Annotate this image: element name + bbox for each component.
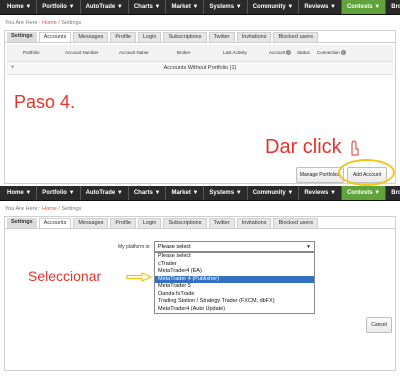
nav-item-portfolio[interactable]: Portfolio ▼ bbox=[37, 0, 81, 14]
nav-item-reviews[interactable]: Reviews ▼ bbox=[299, 186, 342, 200]
column-account[interactable]: Account? bbox=[269, 50, 292, 56]
platform-label: My platform is: bbox=[118, 244, 151, 250]
hand-pointer-icon bbox=[351, 140, 359, 156]
tab-subscriptions[interactable]: Subscriptions bbox=[163, 218, 207, 228]
nav-item-charts[interactable]: Charts ▼ bbox=[129, 186, 167, 200]
nav-item-contests[interactable]: Contests ▼ bbox=[341, 186, 387, 200]
platform-option[interactable]: MetaTrader 4 (Publisher) bbox=[155, 275, 314, 283]
breadcrumb-current: Settings bbox=[61, 20, 82, 26]
click-annotation: Dar click bbox=[265, 136, 342, 158]
column-portfolio[interactable]: Portfolio bbox=[23, 50, 40, 55]
main-nav-bar: Home ▼ Portfolio ▼ AutoTrade ▼ Charts ▼ Mark… bbox=[0, 186, 400, 201]
main-nav-bar: Home ▼ Portfolio ▼ AutoTrade ▼ Charts ▼ Mark… bbox=[0, 0, 400, 15]
tab-accounts[interactable]: Accounts bbox=[38, 32, 72, 42]
column-account-label: Account bbox=[269, 50, 286, 55]
platform-option[interactable]: MetaTrader4 (EA) bbox=[155, 268, 314, 276]
manage-portfolios-button[interactable]: Manage Portfolios bbox=[296, 167, 344, 183]
tab-profile[interactable]: Profile bbox=[110, 218, 136, 228]
tab-subscriptions[interactable]: Subscriptions bbox=[163, 32, 207, 42]
nav-item-systems[interactable]: Systems ▼ bbox=[204, 186, 248, 200]
expand-plus-icon[interactable]: + bbox=[11, 62, 15, 74]
platform-option[interactable]: MetaTrader4 (Auto Update) bbox=[155, 306, 314, 314]
column-broker[interactable]: Broker bbox=[177, 50, 190, 55]
nav-item-portfolio[interactable]: Portfolio ▼ bbox=[37, 186, 81, 200]
nav-item-autotrade[interactable]: AutoTrade ▼ bbox=[81, 0, 129, 14]
tab-twitter[interactable]: Twitter bbox=[208, 218, 235, 228]
info-icon[interactable]: ? bbox=[340, 50, 346, 56]
accounts-table-header: Portfolio Account Number Account Name Br… bbox=[7, 45, 393, 62]
tab-messages[interactable]: Messages bbox=[73, 218, 109, 228]
nav-item-autotrade[interactable]: AutoTrade ▼ bbox=[81, 186, 129, 200]
select-annotation: Seleccionar bbox=[28, 268, 102, 284]
tab-blockedusers[interactable]: Blocked users bbox=[273, 218, 319, 228]
nav-item-home[interactable]: Home ▼ bbox=[2, 0, 38, 14]
platform-option[interactable]: Trading Station / Strategy Trader (FXCM,… bbox=[155, 298, 314, 306]
nav-item-systems[interactable]: Systems ▼ bbox=[204, 0, 248, 14]
tab-settings: Settings bbox=[7, 218, 37, 228]
settings-tabs: Settings Accounts Messages Profile Login Subs… bbox=[5, 217, 395, 229]
tab-blockedusers[interactable]: Blocked users bbox=[273, 32, 319, 42]
nav-item-brokers[interactable]: Brokers ▼ bbox=[386, 186, 400, 200]
cancel-button[interactable]: Cancel bbox=[366, 317, 392, 333]
column-connection-label: Connection bbox=[317, 50, 340, 55]
accounts-without-portfolio-row[interactable]: + Accounts Without Portfolio (1) bbox=[7, 62, 393, 75]
breadcrumb: You Are Here : Home / Settings bbox=[0, 15, 400, 30]
column-account-name[interactable]: Account Name bbox=[119, 50, 149, 55]
nav-item-brokers[interactable]: Brokers ▼ bbox=[386, 0, 400, 14]
tab-messages[interactable]: Messages bbox=[73, 32, 109, 42]
tab-login[interactable]: Login bbox=[138, 32, 162, 42]
nav-item-contests[interactable]: Contests ▼ bbox=[341, 0, 387, 14]
nav-item-reviews[interactable]: Reviews ▼ bbox=[299, 0, 342, 14]
platform-select[interactable]: Please select ▼ bbox=[154, 241, 315, 252]
breadcrumb-home-link[interactable]: Home bbox=[42, 20, 57, 26]
nav-item-market[interactable]: Market ▼ bbox=[166, 0, 205, 14]
tab-accounts[interactable]: Accounts bbox=[38, 218, 72, 228]
platform-option[interactable]: Please select bbox=[155, 253, 314, 261]
column-account-number[interactable]: Account Number bbox=[65, 50, 99, 55]
highlight-circle bbox=[338, 159, 395, 186]
column-connection[interactable]: Connection? bbox=[317, 50, 346, 56]
nav-item-market[interactable]: Market ▼ bbox=[166, 186, 205, 200]
nav-item-home[interactable]: Home ▼ bbox=[2, 186, 38, 200]
column-status[interactable]: Status bbox=[297, 50, 310, 55]
step-annotation: Paso 4. bbox=[14, 92, 76, 112]
platform-option[interactable]: cTrader bbox=[155, 261, 314, 269]
tab-twitter[interactable]: Twitter bbox=[208, 32, 235, 42]
breadcrumb: You Are Here : Home / Settings bbox=[0, 201, 400, 216]
arrow-right-icon bbox=[126, 272, 152, 282]
breadcrumb-separator: / bbox=[58, 20, 60, 26]
group-row-label: Accounts Without Portfolio (1) bbox=[163, 65, 237, 71]
tab-invitations[interactable]: Invitations bbox=[236, 32, 272, 42]
column-last-activity[interactable]: Last Activity bbox=[223, 50, 247, 55]
breadcrumb-separator: / bbox=[58, 206, 60, 212]
accounts-screenshot-panel: Home ▼ Portfolio ▼ AutoTrade ▼ Charts ▼ Mark… bbox=[0, 0, 400, 186]
nav-item-community[interactable]: Community ▼ bbox=[248, 186, 300, 200]
platform-select-screenshot-panel: Home ▼ Portfolio ▼ AutoTrade ▼ Charts ▼ Mark… bbox=[0, 186, 400, 383]
tab-invitations[interactable]: Invitations bbox=[236, 218, 272, 228]
breadcrumb-prefix: You Are Here : bbox=[5, 20, 41, 26]
nav-item-charts[interactable]: Charts ▼ bbox=[129, 0, 167, 14]
breadcrumb-home-link[interactable]: Home bbox=[42, 206, 57, 212]
platform-dropdown-list: Please select cTrader MetaTrader4 (EA) Meta… bbox=[154, 252, 315, 314]
nav-item-community[interactable]: Community ▼ bbox=[248, 0, 300, 14]
platform-option[interactable]: Oanda fxTrade bbox=[155, 291, 314, 299]
breadcrumb-prefix: You Are Here : bbox=[5, 206, 41, 212]
settings-tabs: Settings Accounts Messages Profile Login Subs… bbox=[5, 31, 395, 43]
platform-option[interactable]: MetaTrader 5 bbox=[155, 283, 314, 291]
breadcrumb-current: Settings bbox=[61, 206, 82, 212]
tab-profile[interactable]: Profile bbox=[110, 32, 136, 42]
tab-settings: Settings bbox=[7, 32, 37, 42]
tab-login[interactable]: Login bbox=[138, 218, 162, 228]
info-icon[interactable]: ? bbox=[286, 50, 292, 56]
platform-select-value: Please select bbox=[158, 244, 191, 250]
